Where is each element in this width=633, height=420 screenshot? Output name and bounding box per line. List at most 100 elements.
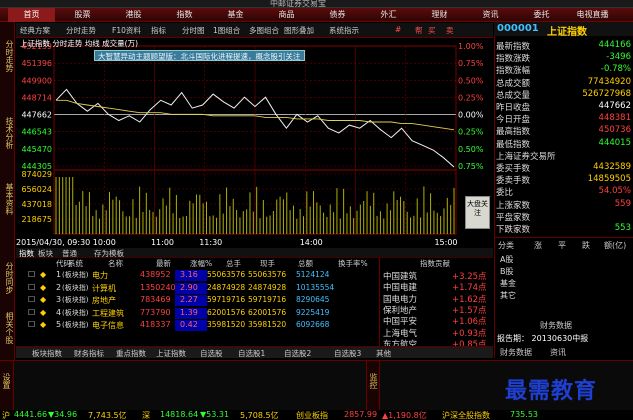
report-date: 报告期： 20130630中报 bbox=[497, 334, 589, 343]
table-row[interactable]: ☐ ◆ 1 (板块指) 电力 438952 3.16 55063576 55063576 5124… bbox=[20, 270, 490, 282]
row-volume: 55063576 bbox=[207, 270, 246, 279]
pct-tick-label: 0.75% bbox=[458, 162, 484, 171]
nav-tab-9[interactable]: 资讯 bbox=[467, 8, 514, 22]
contrib-name[interactable]: 国电电力 bbox=[383, 293, 417, 305]
quote-name: 上证指数 bbox=[547, 27, 587, 38]
table-row[interactable]: ☐ ◆ 3 (板块指) 房地产 783469 2.27 59719716 59719716 829… bbox=[20, 295, 490, 307]
settings-tab[interactable]: 设置 bbox=[1, 373, 12, 389]
contrib-name[interactable]: 中国平安 bbox=[383, 315, 417, 327]
intraday-chart: 452139 1.00%451396 0.75%449900 0.50%448714 0… bbox=[16, 42, 484, 247]
nav-tab-0[interactable]: 首页 bbox=[8, 8, 55, 22]
toolbar-item-0[interactable]: 经典方案 bbox=[20, 25, 50, 36]
settings-strip: 设置 bbox=[0, 361, 14, 411]
bottom-tab-2[interactable]: 重点指数 bbox=[116, 348, 146, 359]
row-checkbox[interactable]: ☐ bbox=[28, 283, 35, 292]
nav-tab-4[interactable]: 基金 bbox=[212, 8, 259, 22]
nav-tab-11[interactable]: 电视直播 bbox=[569, 8, 616, 22]
row-diamond-icon: ◆ bbox=[40, 307, 47, 317]
toolbar-item-4[interactable]: 分时图 bbox=[182, 25, 205, 36]
bottom-tab-8[interactable]: 其他 bbox=[376, 348, 391, 359]
bottom-tab-4[interactable]: 自选股 bbox=[200, 348, 223, 359]
contrib-name[interactable]: 中国电建 bbox=[383, 281, 417, 293]
side-tab-fenshi[interactable]: 分时走势 bbox=[1, 26, 14, 86]
nav-tab-5[interactable]: 商品 bbox=[263, 8, 310, 22]
report-label[interactable]: 财务数据 bbox=[540, 320, 572, 331]
row-checkbox[interactable]: ☐ bbox=[28, 270, 35, 279]
row-amount: 10135554 bbox=[296, 282, 335, 292]
toolbar-item-6[interactable]: 多图组合 bbox=[249, 25, 279, 36]
side-tab-tech[interactable]: 技术分析 bbox=[1, 106, 14, 160]
time-label: 11:00 bbox=[151, 238, 174, 247]
bottom-tab-3[interactable]: 上证指数 bbox=[156, 348, 186, 359]
news-banner[interactable]: 大智慧异动主题顾望版：北斗国际化进程提速，概念股引关注 bbox=[94, 50, 305, 61]
quote-row: 下跌家数 553 bbox=[496, 223, 631, 235]
ticker-item-7: 5,708.5亿 bbox=[240, 411, 279, 420]
nav-tab-1[interactable]: 股票 bbox=[59, 8, 106, 22]
table-header-8: 换手率% bbox=[338, 259, 368, 268]
monitor-strip: 监控 bbox=[366, 361, 380, 411]
toolbar-item-10[interactable]: 帮 bbox=[415, 25, 423, 36]
table-header-3: 最新 bbox=[156, 259, 171, 268]
row-change: 3.16 bbox=[180, 270, 198, 279]
nav-tab-2[interactable]: 港股 bbox=[110, 8, 157, 22]
bottom-tab-0[interactable]: 板块指数 bbox=[32, 348, 62, 359]
toolbar-item-2[interactable]: F10资料 bbox=[112, 25, 141, 36]
table-header-2: 名称 bbox=[108, 259, 123, 268]
row-checkbox[interactable]: ☐ bbox=[28, 295, 35, 304]
contrib-value: +1.57点 bbox=[452, 305, 487, 316]
table-row[interactable]: ☐ ◆ 5 (板块指) 电子信息 418337 0.42 35981520 35981520 60… bbox=[20, 320, 490, 332]
row-index: 4 bbox=[56, 307, 62, 317]
table-row[interactable]: ☐ ◆ 2 (板块指) 计算机 1350240 2.90 24874928 24874928 10… bbox=[20, 282, 490, 295]
dapan-attention-button[interactable]: 大盘关注 bbox=[465, 196, 490, 229]
sub-header-3: 跌 bbox=[582, 241, 590, 250]
quote-value: 447662 bbox=[598, 101, 631, 111]
row-checkbox[interactable]: ☐ bbox=[28, 320, 35, 329]
toolbar-item-12[interactable]: 卖 bbox=[446, 25, 454, 36]
pct-tick-label: 0.50% bbox=[458, 145, 484, 154]
table-row[interactable]: ☐ ◆ 4 (板块指) 工程建筑 773790 1.39 62001576 62001576 92… bbox=[20, 307, 490, 320]
toolbar-item-9[interactable]: # bbox=[395, 25, 401, 34]
table-tab-1[interactable]: 板块 bbox=[38, 248, 53, 259]
price-tick-label: 447662 bbox=[21, 111, 52, 120]
toolbar-item-1[interactable]: 分时走势 bbox=[66, 25, 96, 36]
contrib-name[interactable]: 中国建筑 bbox=[383, 270, 417, 282]
bottom-tab-6[interactable]: 自选股2 bbox=[284, 348, 311, 359]
nav-tab-8[interactable]: 理财 bbox=[416, 8, 463, 22]
row-volume: 35981520 bbox=[207, 320, 246, 329]
side-tab-related[interactable]: 相关个股 bbox=[1, 308, 14, 348]
volume-tick-label: 874029 bbox=[21, 170, 52, 179]
quote-value: 526727968 bbox=[582, 88, 631, 99]
row-last: 773790 bbox=[140, 307, 171, 317]
report-tab-1[interactable]: 资讯 bbox=[550, 347, 566, 358]
side-tab-sync[interactable]: 分时同步 bbox=[1, 258, 14, 298]
nav-tab-10[interactable]: 委托 bbox=[518, 8, 565, 22]
pct-tick-label: 0.00% bbox=[458, 111, 484, 120]
nav-tab-6[interactable]: 债券 bbox=[314, 8, 361, 22]
contrib-name[interactable]: 上海电气 bbox=[383, 327, 417, 339]
bottom-tab-7[interactable]: 自选股3 bbox=[334, 348, 361, 359]
pct-tick-label: 0.25% bbox=[458, 93, 484, 102]
row-amount: 5124124 bbox=[296, 270, 330, 279]
row-last: 1350240 bbox=[140, 282, 176, 292]
time-label: 11:30 bbox=[199, 238, 222, 247]
nav-tab-3[interactable]: 指数 bbox=[161, 8, 208, 22]
toolbar-item-5[interactable]: 1图组合 bbox=[213, 25, 240, 36]
row-checkbox[interactable]: ☐ bbox=[28, 308, 35, 317]
quote-row: 最新指数 444166 bbox=[496, 40, 631, 52]
contrib-name[interactable]: 保利地产 bbox=[383, 304, 417, 316]
quote-row: 指数涨幅 -0.78% bbox=[496, 64, 631, 76]
table-tab-0[interactable]: 指数 bbox=[19, 248, 34, 259]
report-tab-0[interactable]: 财务数据 bbox=[500, 347, 532, 358]
bottom-tabs: 板块指数 财务指标 重点指数 上证指数 自选股 自选股1 自选股2 自选股3 其他 bbox=[16, 346, 493, 358]
nav-tab-7[interactable]: 外汇 bbox=[365, 8, 412, 22]
side-tab-basic[interactable]: 基本资料 bbox=[1, 172, 14, 226]
toolbar-item-3[interactable]: 指标 bbox=[151, 25, 166, 36]
monitor-tab[interactable]: 监控 bbox=[368, 373, 379, 389]
bottom-tab-1[interactable]: 财务指标 bbox=[74, 348, 104, 359]
toolbar-item-7[interactable]: 图形叠加 bbox=[284, 25, 314, 36]
bottom-tab-5[interactable]: 自选股1 bbox=[238, 348, 265, 359]
quote-header: 000001 上证指数 bbox=[494, 22, 633, 38]
ticker-item-6: ▼53.31 bbox=[200, 410, 230, 419]
toolbar-item-11[interactable]: 买 bbox=[428, 25, 436, 36]
toolbar-item-8[interactable]: 系统指示 bbox=[329, 25, 359, 36]
